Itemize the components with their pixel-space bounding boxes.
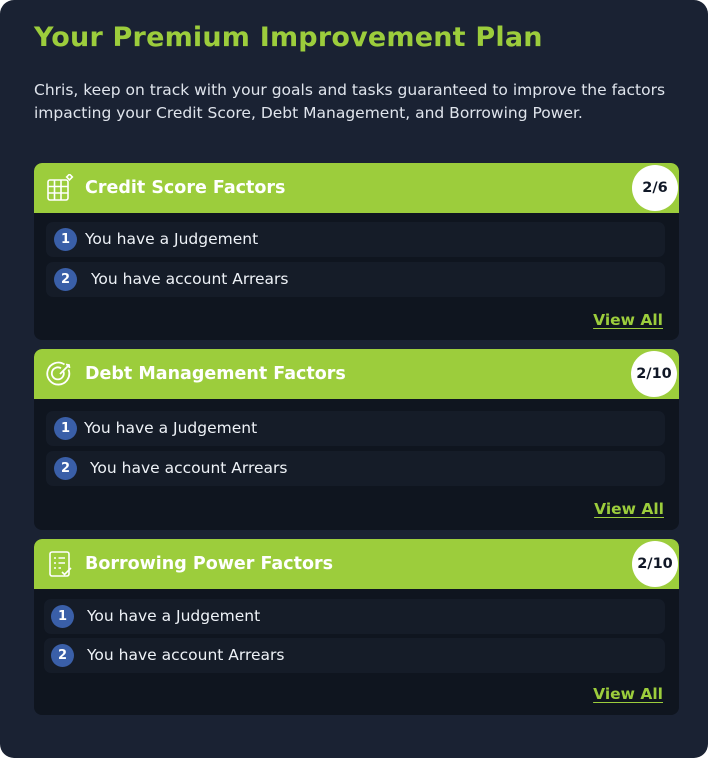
item-text: You have a Judgement — [84, 419, 258, 437]
card-header: Credit Score Factors 2/6 — [34, 163, 679, 213]
count-badge: 2/6 — [632, 165, 678, 211]
list-item[interactable]: 1 You have a Judgement — [46, 411, 665, 446]
count-badge: 2/10 — [632, 541, 678, 587]
credit-score-card: Credit Score Factors 2/6 1 You have a Ju… — [34, 163, 679, 340]
page-title: Your Premium Improvement Plan — [34, 22, 543, 53]
view-all-link[interactable]: View All — [593, 311, 663, 329]
item-number: 1 — [54, 228, 77, 251]
target-icon — [46, 361, 71, 386]
item-number: 1 — [51, 605, 74, 628]
item-text: You have account Arrears — [90, 459, 288, 477]
list-item[interactable]: 2 You have account Arrears — [44, 638, 665, 673]
borrowing-power-card: Borrowing Power Factors 2/10 1 You have … — [34, 539, 679, 715]
item-number: 2 — [51, 644, 74, 667]
list-item[interactable]: 2 You have account Arrears — [46, 451, 665, 486]
card-header: Debt Management Factors 2/10 — [34, 349, 679, 399]
intro-text: Chris, keep on track with your goals and… — [34, 81, 666, 122]
card-title: Credit Score Factors — [85, 178, 286, 198]
item-text: You have a Judgement — [85, 230, 259, 248]
checklist-icon — [49, 551, 72, 577]
item-number: 1 — [54, 417, 77, 440]
list-item[interactable]: 2 You have account Arrears — [46, 262, 665, 297]
view-all-link[interactable]: View All — [593, 685, 663, 703]
card-title: Borrowing Power Factors — [85, 554, 334, 574]
grid-table-icon — [47, 174, 74, 201]
card-title: Debt Management Factors — [85, 364, 346, 384]
item-text: You have account Arrears — [87, 646, 285, 664]
item-number: 2 — [54, 457, 77, 480]
item-number: 2 — [54, 268, 77, 291]
list-item[interactable]: 1 You have a Judgement — [44, 599, 665, 634]
list-item[interactable]: 1 You have a Judgement — [46, 222, 665, 257]
debt-management-card: Debt Management Factors 2/10 1 You have … — [34, 349, 679, 530]
item-text: You have account Arrears — [91, 270, 289, 288]
improvement-plan-panel: Your Premium Improvement Plan Chris, kee… — [0, 0, 708, 758]
item-text: You have a Judgement — [87, 607, 261, 625]
card-header: Borrowing Power Factors 2/10 — [34, 539, 679, 589]
view-all-link[interactable]: View All — [594, 500, 664, 518]
count-badge: 2/10 — [631, 351, 677, 397]
